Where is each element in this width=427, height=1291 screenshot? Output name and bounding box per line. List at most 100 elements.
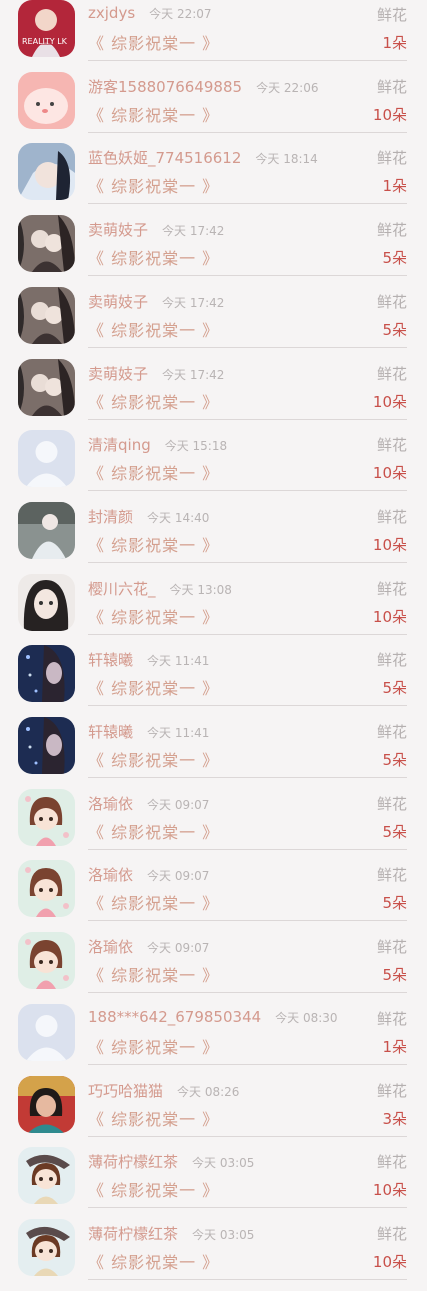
username[interactable]: 卖萌妓子 今天 17:42 bbox=[88, 219, 224, 240]
username-text[interactable]: 卖萌妓子 bbox=[88, 221, 148, 239]
book-title-link[interactable]: 《 综影祝棠一 》 bbox=[88, 1177, 219, 1201]
book-title-link[interactable]: 《 综影祝棠一 》 bbox=[88, 317, 219, 341]
book-title-link[interactable]: 《 综影祝棠一 》 bbox=[88, 1106, 219, 1130]
username[interactable]: 清清qing 今天 15:18 bbox=[88, 434, 227, 455]
gift-record-row[interactable]: 洛瑜依 今天 09:07 鲜花《 综影祝棠一 》 5朵 bbox=[0, 788, 427, 861]
username-text[interactable]: 薄荷柠檬红茶 bbox=[88, 1153, 178, 1171]
username[interactable]: 轩辕曦 今天 11:41 bbox=[88, 721, 209, 742]
book-title-link[interactable]: 《 综影祝棠一 》 bbox=[88, 962, 219, 986]
book-title-link[interactable]: 《 综影祝棠一 》 bbox=[88, 1249, 219, 1273]
username[interactable]: zxjdys 今天 22:07 bbox=[88, 4, 212, 22]
username-text[interactable]: 清清qing bbox=[88, 436, 151, 454]
username-text[interactable]: 蓝色妖姬_774516612 bbox=[88, 149, 241, 167]
gift-record-row[interactable]: 洛瑜依 今天 09:07 鲜花《 综影祝棠一 》 5朵 bbox=[0, 932, 427, 1004]
gift-time: 今天 17:42 bbox=[162, 224, 225, 239]
gift-record-row[interactable]: 卖萌妓子 今天 17:42 鲜花《 综影祝棠一 》 10朵 bbox=[0, 358, 427, 431]
gift-time: 今天 08:30 bbox=[275, 1010, 338, 1025]
username[interactable]: 卖萌妓子 今天 17:42 bbox=[88, 363, 224, 384]
user-avatar[interactable] bbox=[18, 1147, 75, 1205]
gift-count: 5朵 bbox=[382, 249, 407, 268]
gift-record-row[interactable]: 188***642_679850344 今天 08:30 鲜花《 综影祝棠一 》 1朵 bbox=[0, 1003, 427, 1076]
gift-count: 10朵 bbox=[372, 1252, 407, 1271]
book-title-link[interactable]: 《 综影祝棠一 》 bbox=[88, 604, 219, 628]
user-avatar[interactable] bbox=[18, 717, 75, 774]
user-avatar[interactable] bbox=[18, 788, 75, 846]
username[interactable]: 188***642_679850344 今天 08:30 bbox=[88, 1008, 338, 1026]
username[interactable]: 卖萌妓子 今天 17:42 bbox=[88, 291, 224, 312]
username-text[interactable]: 轩辕曦 bbox=[88, 651, 133, 669]
gift-record-row[interactable]: 薄荷柠檬红茶 今天 03:05 鲜花《 综影祝棠一 》 10朵 bbox=[0, 1218, 427, 1291]
username-text[interactable]: 188***642_679850344 bbox=[88, 1008, 261, 1026]
username[interactable]: 游客1588076649885 今天 22:06 bbox=[88, 76, 318, 97]
gift-record-row[interactable]: 洛瑜依 今天 09:07 鲜花《 综影祝棠一 》 5朵 bbox=[0, 860, 427, 932]
username-text[interactable]: 卖萌妓子 bbox=[88, 365, 148, 383]
user-avatar[interactable] bbox=[18, 71, 75, 129]
gift-record-row[interactable]: 薄荷柠檬红茶 今天 03:05 鲜花《 综影祝棠一 》 10朵 bbox=[0, 1147, 427, 1219]
book-title-link[interactable]: 《 综影祝棠一 》 bbox=[88, 245, 219, 269]
book-title-link[interactable]: 《 综影祝棠一 》 bbox=[88, 30, 219, 54]
username-text[interactable]: 洛瑜依 bbox=[88, 866, 133, 884]
username-text[interactable]: 卖萌妓子 bbox=[88, 293, 148, 311]
username[interactable]: 巧巧哈猫猫 今天 08:26 bbox=[88, 1080, 239, 1101]
username-text[interactable]: 轩辕曦 bbox=[88, 723, 133, 741]
user-avatar[interactable]: REALITY LK bbox=[18, 0, 75, 57]
book-title-link[interactable]: 《 综影祝棠一 》 bbox=[88, 460, 219, 484]
book-title-link[interactable]: 《 综影祝棠一 》 bbox=[88, 819, 219, 843]
username-text[interactable]: 薄荷柠檬红茶 bbox=[88, 1225, 178, 1243]
svg-text:REALITY LK: REALITY LK bbox=[22, 37, 68, 46]
gift-record-row[interactable]: 清清qing 今天 15:18 鲜花《 综影祝棠一 》 10朵 bbox=[0, 430, 427, 502]
gift-record-row[interactable]: 游客1588076649885 今天 22:06 鲜花《 综影祝棠一 》 10朵 bbox=[0, 71, 427, 144]
user-avatar[interactable] bbox=[18, 645, 75, 703]
row-divider bbox=[88, 275, 407, 277]
gift-record-row[interactable]: 轩辕曦 今天 11:41 鲜花《 综影祝棠一 》 5朵 bbox=[0, 645, 427, 717]
book-title-link[interactable]: 《 综影祝棠一 》 bbox=[88, 675, 219, 699]
username-text[interactable]: 巧巧哈猫猫 bbox=[88, 1082, 163, 1100]
gift-record-row[interactable]: 卖萌妓子 今天 17:42 鲜花《 综影祝棠一 》 5朵 bbox=[0, 286, 427, 359]
book-title-link[interactable]: 《 综影祝棠一 》 bbox=[88, 1034, 219, 1058]
username-text[interactable]: 封清颜 bbox=[88, 508, 133, 526]
book-title-link[interactable]: 《 综影祝棠一 》 bbox=[88, 389, 219, 413]
user-avatar[interactable] bbox=[18, 932, 75, 990]
gift-record-row[interactable]: 封清颜 今天 14:40 鲜花《 综影祝棠一 》 10朵 bbox=[0, 501, 427, 574]
gift-record-row[interactable]: 轩辕曦 今天 11:41 鲜花《 综影祝棠一 》 5朵 bbox=[0, 717, 427, 789]
row-divider bbox=[88, 992, 407, 994]
username[interactable]: 樱川六花_ 今天 13:08 bbox=[88, 578, 232, 599]
book-title-link[interactable]: 《 综影祝棠一 》 bbox=[88, 102, 219, 126]
gift-time: 今天 11:41 bbox=[147, 654, 210, 669]
user-avatar[interactable] bbox=[18, 215, 75, 273]
user-avatar[interactable] bbox=[18, 143, 75, 201]
row-divider bbox=[88, 633, 407, 635]
username-text[interactable]: zxjdys bbox=[88, 4, 135, 22]
username[interactable]: 洛瑜依 今天 09:07 bbox=[88, 864, 209, 885]
user-avatar[interactable] bbox=[18, 358, 75, 416]
gift-record-row[interactable]: REALITY LK zxjdys 今天 22:07 鲜花《 综影祝棠一 》 1朵 bbox=[0, 0, 427, 72]
book-title-link[interactable]: 《 综影祝棠一 》 bbox=[88, 747, 219, 771]
user-avatar[interactable] bbox=[18, 573, 75, 631]
username[interactable]: 洛瑜依 今天 09:07 bbox=[88, 936, 209, 957]
gift-record-row[interactable]: 樱川六花_ 今天 13:08 鲜花《 综影祝棠一 》 10朵 bbox=[0, 573, 427, 646]
user-avatar[interactable] bbox=[18, 501, 75, 559]
book-title-link[interactable]: 《 综影祝棠一 》 bbox=[88, 890, 219, 914]
gift-record-row[interactable]: 蓝色妖姬_774516612 今天 18:14 鲜花《 综影祝棠一 》 1朵 bbox=[0, 143, 427, 215]
username-text[interactable]: 洛瑜依 bbox=[88, 938, 133, 956]
username[interactable]: 封清颜 今天 14:40 bbox=[88, 506, 209, 527]
username[interactable]: 洛瑜依 今天 09:07 bbox=[88, 793, 209, 814]
user-avatar[interactable] bbox=[18, 1075, 75, 1133]
gift-record-row[interactable]: 卖萌妓子 今天 17:42 鲜花《 综影祝棠一 》 5朵 bbox=[0, 215, 427, 287]
user-avatar[interactable] bbox=[18, 1003, 75, 1061]
user-avatar[interactable] bbox=[18, 286, 75, 344]
username[interactable]: 薄荷柠檬红茶 今天 03:05 bbox=[88, 1223, 254, 1244]
book-title-link[interactable]: 《 综影祝棠一 》 bbox=[88, 532, 219, 556]
username[interactable]: 轩辕曦 今天 11:41 bbox=[88, 649, 209, 670]
username-text[interactable]: 游客1588076649885 bbox=[88, 78, 242, 96]
username-text[interactable]: 洛瑜依 bbox=[88, 795, 133, 813]
username[interactable]: 蓝色妖姬_774516612 今天 18:14 bbox=[88, 147, 318, 168]
user-avatar[interactable] bbox=[18, 860, 75, 918]
username[interactable]: 薄荷柠檬红茶 今天 03:05 bbox=[88, 1151, 254, 1172]
book-title-link[interactable]: 《 综影祝棠一 》 bbox=[88, 173, 219, 197]
user-avatar[interactable] bbox=[18, 1218, 75, 1276]
gift-record-row[interactable]: 巧巧哈猫猫 今天 08:26 鲜花《 综影祝棠一 》 3朵 bbox=[0, 1075, 427, 1148]
username-text[interactable]: 樱川六花_ bbox=[88, 580, 156, 598]
user-avatar[interactable] bbox=[18, 430, 75, 488]
gift-type: 鲜花 bbox=[376, 221, 407, 240]
